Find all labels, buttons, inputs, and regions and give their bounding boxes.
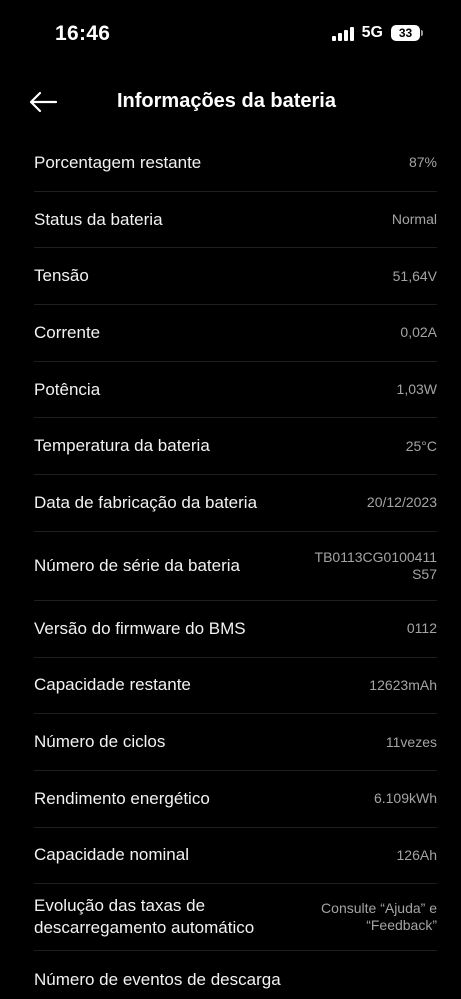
list-item: Potência 1,03W (34, 362, 437, 419)
row-label: Número de eventos de descarga (34, 969, 281, 989)
row-label: Potência (34, 379, 101, 399)
row-label: Status da bateria (34, 209, 163, 229)
status-bar: 16:46 5G 33 (0, 0, 461, 68)
network-type: 5G (361, 24, 383, 41)
battery-info-screen: 16:46 5G 33 Informações da bateria Porce… (0, 0, 461, 999)
row-label: Evolução das taxas de descarregamento au… (34, 896, 255, 938)
list-item: Data de fabricação da bateria 20/12/2023 (34, 475, 437, 532)
row-label: Temperatura da bateria (34, 436, 210, 456)
row-value: 126Ah (396, 846, 437, 863)
list-item: Capacidade restante 12623mAh (34, 658, 437, 715)
row-value: TB0113CG0100411 S57 (314, 548, 437, 582)
arrow-left-icon (29, 91, 58, 113)
row-label: Número de série da bateria (34, 555, 241, 575)
row-label: Tensão (34, 266, 89, 286)
page-title: Informações da bateria (117, 90, 336, 112)
back-button[interactable] (28, 86, 68, 118)
battery-info-list: Porcentagem restante 87% Status da bater… (34, 135, 437, 999)
row-label: Data de fabricação da bateria (34, 492, 258, 512)
row-label: Número de ciclos (34, 732, 166, 752)
list-item: Temperatura da bateria 25°C (34, 418, 437, 476)
row-label: Capacidade nominal (34, 845, 189, 865)
status-indicators: 5G 33 (331, 24, 423, 42)
row-value: Normal (391, 211, 437, 228)
row-value: 0112 (406, 620, 437, 637)
list-item: Versão do firmware do BMS 0112 (34, 601, 437, 658)
status-time: 16:46 (55, 22, 111, 45)
list-item: Corrente 0,02A (34, 305, 437, 362)
list-item: Status da bateria Normal (34, 192, 437, 249)
row-value: 0,02A (400, 324, 437, 341)
list-item: Capacidade nominal 126Ah (34, 828, 437, 885)
row-value: 51,64V (392, 267, 437, 284)
list-item: Porcentagem restante 87% (34, 135, 437, 192)
list-item: Número de ciclos 11vezes (34, 714, 437, 771)
list-item-self-discharge[interactable]: Evolução das taxas de descarregamento au… (34, 884, 437, 952)
list-item: Rendimento energético 6.109kWh (34, 771, 437, 828)
battery-level: 33 (391, 25, 420, 41)
page-header: Informações da bateria (0, 68, 461, 138)
row-value: 25°C (405, 437, 437, 454)
row-value: Consulte “Ajuda” e “Feedback” (321, 900, 437, 934)
row-label: Corrente (34, 322, 101, 342)
list-item: Número de série da bateria TB0113CG01004… (34, 532, 437, 601)
row-label: Capacidade restante (34, 675, 191, 695)
row-label: Rendimento energético (34, 788, 210, 808)
list-item: Tensão 51,64V (34, 248, 437, 306)
row-label: Porcentagem restante (34, 152, 202, 172)
row-value: 1,03W (396, 381, 437, 398)
list-item: Número de eventos de descarga (34, 951, 437, 999)
row-value: 87% (408, 154, 437, 171)
cellular-signal-icon (331, 26, 354, 41)
battery-icon: 33 (391, 25, 423, 41)
row-value: 11vezes (385, 733, 437, 750)
row-label: Versão do firmware do BMS (34, 618, 246, 638)
row-value: 12623mAh (369, 676, 437, 693)
row-value: 20/12/2023 (366, 494, 437, 511)
row-value: 6.109kWh (373, 790, 437, 807)
